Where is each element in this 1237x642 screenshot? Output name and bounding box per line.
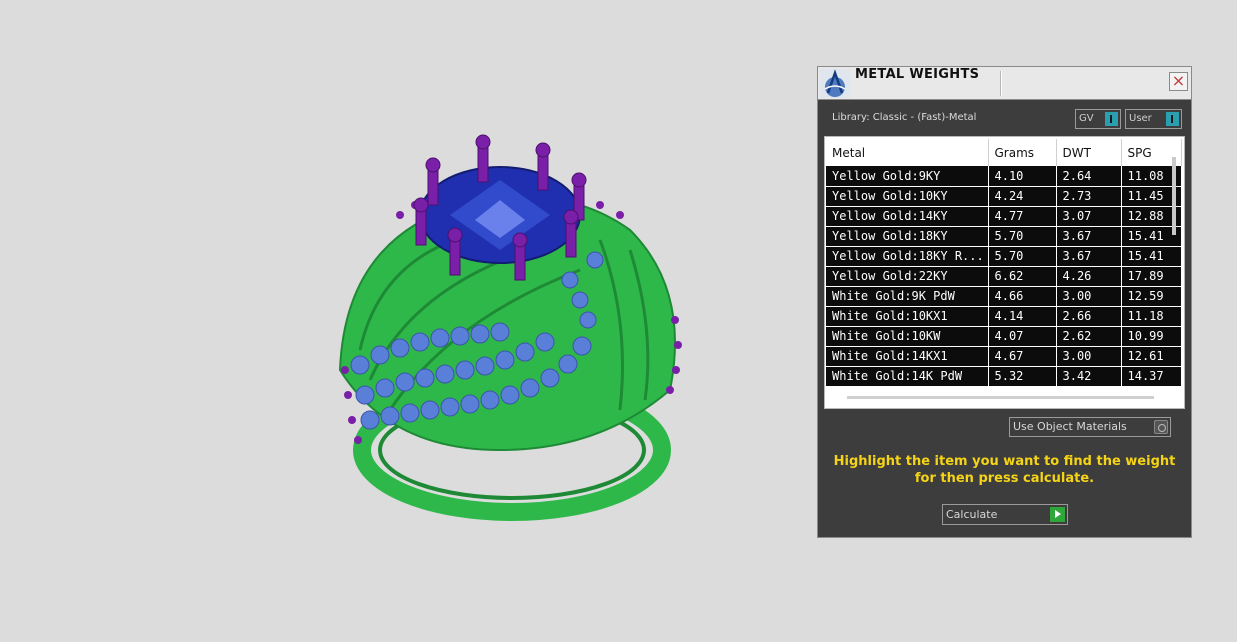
- panel-titlebar[interactable]: METAL WEIGHTS ×: [818, 67, 1191, 100]
- close-button[interactable]: ×: [1169, 72, 1188, 91]
- cell-grams: 4.66: [988, 286, 1057, 307]
- cell-grams: 5.70: [988, 246, 1057, 267]
- cell-grams: 4.10: [988, 166, 1057, 187]
- cell-grams: 5.32: [988, 366, 1057, 387]
- user-toggle-label: User: [1129, 113, 1152, 124]
- panel-title: METAL WEIGHTS: [855, 67, 980, 82]
- toggle-switch-icon: [1166, 112, 1179, 126]
- cell-metal: Yellow Gold:22KY: [826, 266, 989, 287]
- cell-grams: 6.62: [988, 266, 1057, 287]
- table-header-row: Metal Grams DWT SPG: [826, 139, 1182, 166]
- calculate-button[interactable]: Calculate: [942, 504, 1068, 525]
- table-row[interactable]: White Gold:9K PdW 4.66 3.00 12.59: [826, 286, 1182, 307]
- cell-dwt: 2.64: [1056, 166, 1122, 187]
- cell-metal: Yellow Gold:9KY: [826, 166, 989, 187]
- radio-icon: [1154, 420, 1168, 434]
- cell-dwt: 2.62: [1056, 326, 1122, 347]
- cell-dwt: 3.67: [1056, 246, 1122, 267]
- metal-table[interactable]: Metal Grams DWT SPG Yellow Gold:9KY 4.10 2…: [824, 136, 1185, 409]
- table-row[interactable]: White Gold:14KX1 4.67 3.00 12.61: [826, 346, 1182, 367]
- cell-grams: 4.24: [988, 186, 1057, 207]
- cell-dwt: 3.00: [1056, 286, 1122, 307]
- instructions-line-2: for then press calculate.: [914, 471, 1095, 486]
- gv-toggle-label: GV: [1079, 113, 1094, 124]
- user-toggle[interactable]: User: [1125, 109, 1182, 129]
- cell-dwt: 3.67: [1056, 226, 1122, 247]
- cell-dwt: 3.07: [1056, 206, 1122, 227]
- cell-spg: 15.41: [1121, 246, 1182, 267]
- toggle-switch-icon: [1105, 112, 1118, 126]
- cell-metal: White Gold:14KX1: [826, 346, 989, 367]
- title-divider: [1000, 71, 1002, 96]
- cell-grams: 4.67: [988, 346, 1057, 367]
- table-row[interactable]: White Gold:10KW 4.07 2.62 10.99: [826, 326, 1182, 347]
- 3d-viewport[interactable]: [0, 0, 800, 642]
- cell-dwt: 3.00: [1056, 346, 1122, 367]
- cell-spg: 11.18: [1121, 306, 1182, 327]
- app-logo-icon: [820, 69, 850, 98]
- cell-metal: White Gold:10KX1: [826, 306, 989, 327]
- cell-dwt: 3.42: [1056, 366, 1122, 387]
- cell-metal: Yellow Gold:10KY: [826, 186, 989, 207]
- cell-metal: Yellow Gold:18KY: [826, 226, 989, 247]
- header-dwt[interactable]: DWT: [1056, 139, 1122, 166]
- table-row[interactable]: Yellow Gold:18KY 5.70 3.67 15.41: [826, 226, 1182, 247]
- table-row[interactable]: White Gold:10KX1 4.14 2.66 11.18: [826, 306, 1182, 327]
- gv-toggle[interactable]: GV: [1075, 109, 1121, 129]
- table-row[interactable]: White Gold:14K PdW 5.32 3.42 14.37: [826, 366, 1182, 387]
- cell-dwt: 2.66: [1056, 306, 1122, 327]
- header-metal[interactable]: Metal: [826, 139, 989, 166]
- cell-metal: White Gold:14K PdW: [826, 366, 989, 387]
- cell-spg: 12.59: [1121, 286, 1182, 307]
- use-object-materials-select[interactable]: Use Object Materials: [1009, 417, 1171, 437]
- cell-spg: 10.99: [1121, 326, 1182, 347]
- table-row[interactable]: Yellow Gold:10KY 4.24 2.73 11.45: [826, 186, 1182, 207]
- cell-dwt: 2.73: [1056, 186, 1122, 207]
- calculate-label: Calculate: [946, 508, 998, 521]
- metal-weights-panel: METAL WEIGHTS × Library: Classic - (Fast…: [817, 66, 1192, 538]
- table-row[interactable]: Yellow Gold:14KY 4.77 3.07 12.88: [826, 206, 1182, 227]
- cell-spg: 14.37: [1121, 366, 1182, 387]
- cell-metal: Yellow Gold:14KY: [826, 206, 989, 227]
- instructions-text: Highlight the item you want to find the …: [818, 453, 1191, 487]
- play-arrow-icon: [1050, 507, 1065, 522]
- cell-grams: 4.07: [988, 326, 1057, 347]
- horizontal-scrollbar[interactable]: [847, 396, 1154, 399]
- instructions-line-1: Highlight the item you want to find the …: [833, 454, 1176, 469]
- cell-metal: White Gold:10KW: [826, 326, 989, 347]
- table-row[interactable]: Yellow Gold:18KY R... 5.70 3.67 15.41: [826, 246, 1182, 267]
- cell-grams: 4.14: [988, 306, 1057, 327]
- cell-metal: Yellow Gold:18KY R...: [826, 246, 989, 267]
- table-row[interactable]: Yellow Gold:22KY 6.62 4.26 17.89: [826, 266, 1182, 287]
- ring-model[interactable]: [300, 120, 720, 540]
- cell-grams: 4.77: [988, 206, 1057, 227]
- cell-dwt: 4.26: [1056, 266, 1122, 287]
- vertical-scrollbar[interactable]: [1172, 157, 1176, 235]
- use-object-materials-label: Use Object Materials: [1013, 420, 1127, 433]
- table-row[interactable]: Yellow Gold:9KY 4.10 2.64 11.08: [826, 166, 1182, 187]
- cell-grams: 5.70: [988, 226, 1057, 247]
- cell-spg: 17.89: [1121, 266, 1182, 287]
- cell-metal: White Gold:9K PdW: [826, 286, 989, 307]
- library-label: Library: Classic - (Fast)-Metal: [832, 112, 977, 123]
- header-grams[interactable]: Grams: [988, 139, 1057, 166]
- cell-spg: 12.61: [1121, 346, 1182, 367]
